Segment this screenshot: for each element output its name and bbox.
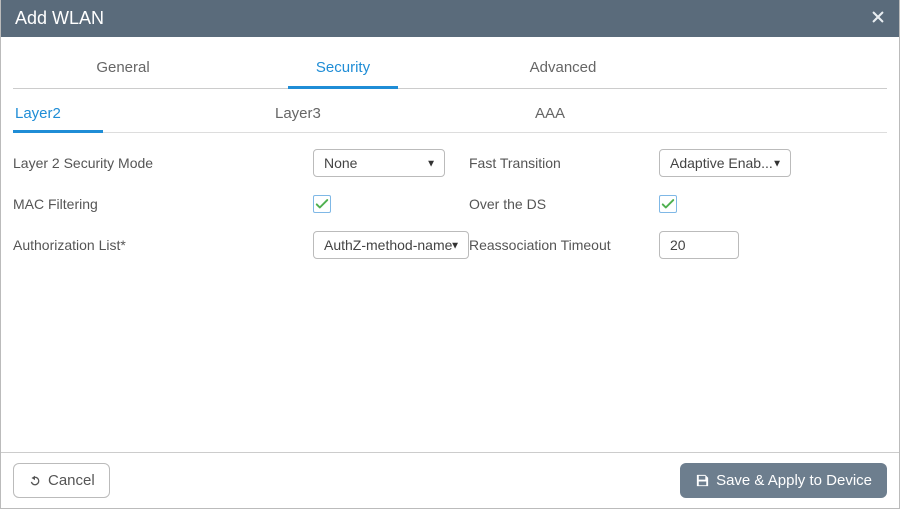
select-authorization-list-value: AuthZ-method-name [324, 237, 452, 253]
tab-general[interactable]: General [13, 49, 233, 88]
row-mac-filtering: MAC Filtering [13, 195, 469, 213]
left-column: Layer 2 Security Mode None ▼ MAC Filteri… [13, 149, 469, 452]
label-fast-transition: Fast Transition [469, 155, 659, 171]
cancel-button[interactable]: Cancel [13, 463, 110, 498]
right-column: Fast Transition Adaptive Enab... ▼ Over … [469, 149, 887, 452]
tab-content: Layer 2 Security Mode None ▼ MAC Filteri… [1, 133, 899, 452]
checkbox-mac-filtering[interactable] [313, 195, 331, 213]
chevron-down-icon: ▼ [772, 159, 782, 170]
tab-layer3[interactable]: Layer3 [273, 99, 533, 132]
row-over-the-ds: Over the DS [469, 195, 887, 213]
select-authorization-list[interactable]: AuthZ-method-name ▼ [313, 231, 469, 259]
row-authorization-list: Authorization List* AuthZ-method-name ▼ [13, 231, 469, 259]
tabs-primary: General Security Advanced [13, 49, 887, 89]
tabs-secondary: Layer2 Layer3 AAA [13, 99, 887, 133]
save-apply-button-label: Save & Apply to Device [716, 472, 872, 489]
label-l2-security-mode: Layer 2 Security Mode [13, 155, 313, 171]
save-apply-button[interactable]: Save & Apply to Device [680, 463, 887, 498]
row-reassociation-timeout: Reassociation Timeout [469, 231, 887, 259]
select-fast-transition-value: Adaptive Enab... [670, 155, 773, 171]
row-l2-security-mode: Layer 2 Security Mode None ▼ [13, 149, 469, 177]
undo-icon [28, 474, 42, 488]
select-fast-transition[interactable]: Adaptive Enab... ▼ [659, 149, 791, 177]
label-reassociation-timeout: Reassociation Timeout [469, 237, 659, 253]
add-wlan-modal: Add WLAN General Security Advanced Layer… [0, 0, 900, 509]
close-icon[interactable] [871, 8, 885, 29]
tab-advanced[interactable]: Advanced [453, 49, 673, 88]
tab-aaa[interactable]: AAA [533, 99, 793, 132]
label-authorization-list: Authorization List* [13, 237, 313, 253]
chevron-down-icon: ▼ [426, 159, 436, 170]
checkbox-over-the-ds[interactable] [659, 195, 677, 213]
label-mac-filtering: MAC Filtering [13, 196, 313, 212]
save-icon [695, 473, 710, 488]
cancel-button-label: Cancel [48, 472, 95, 489]
row-fast-transition: Fast Transition Adaptive Enab... ▼ [469, 149, 887, 177]
select-l2-security-mode[interactable]: None ▼ [313, 149, 445, 177]
label-over-the-ds: Over the DS [469, 196, 659, 212]
chevron-down-icon: ▼ [450, 241, 460, 252]
modal-footer: Cancel Save & Apply to Device [1, 452, 899, 508]
tab-layer2[interactable]: Layer2 [13, 99, 273, 132]
modal-header: Add WLAN [1, 0, 899, 37]
modal-title: Add WLAN [15, 8, 104, 29]
select-l2-security-mode-value: None [324, 155, 357, 171]
tab-security[interactable]: Security [233, 49, 453, 88]
input-reassociation-timeout[interactable] [659, 231, 739, 259]
